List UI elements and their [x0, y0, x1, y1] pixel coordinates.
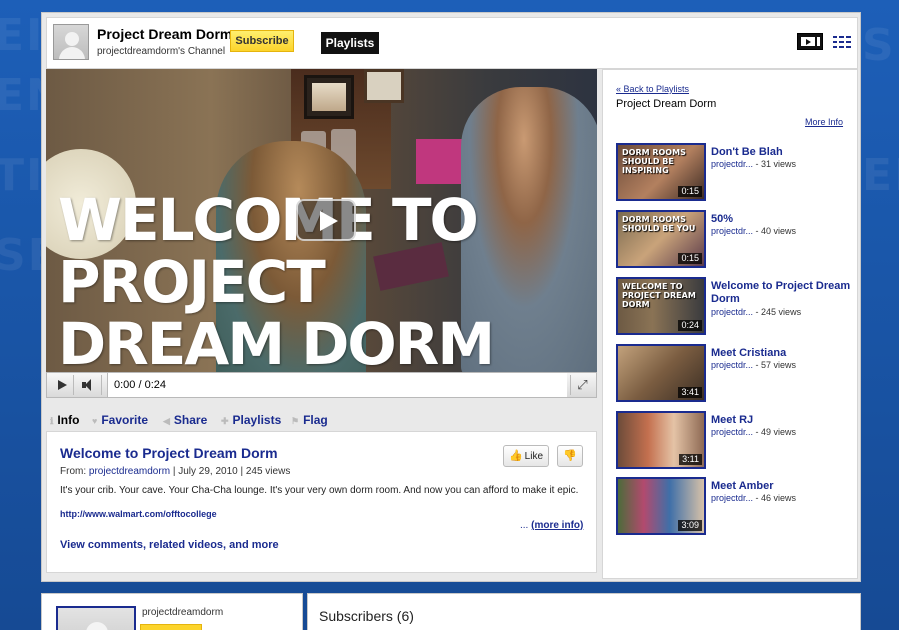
channel-subtitle: projectdreamdorm's Channel	[97, 46, 226, 57]
duration-badge: 0:24	[678, 320, 702, 331]
tab-playlists[interactable]: Playlists	[321, 32, 379, 54]
playlist-item-views: - 245 views	[755, 307, 802, 317]
playlist-item-title[interactable]: Meet Amber	[711, 480, 851, 493]
profile-avatar[interactable]	[56, 606, 136, 630]
background-pattern: SI	[862, 20, 899, 71]
grid-view-icon[interactable]	[833, 36, 851, 48]
subscribe-button[interactable]: Subscribe	[230, 30, 294, 52]
playlist-item-thumbnail[interactable]: 3:11	[616, 411, 706, 469]
playlist-item[interactable]: 3:09 Meet Amber projectdr... - 46 views	[616, 477, 851, 537]
thumbnail-text: WELCOME TO PROJECT DREAM DORM	[622, 282, 696, 309]
tab-flag[interactable]: ⚑ Flag	[291, 413, 328, 427]
profile-username[interactable]: projectdreamdorm	[142, 607, 223, 618]
more-info-link[interactable]: ... (more info)	[520, 520, 583, 531]
playlist-item[interactable]: DORM ROOMS SHOULD BE YOU 0:15 50% projectdr…	[616, 210, 851, 270]
dislike-button[interactable]: 👎	[557, 445, 583, 467]
background-pattern: EN	[862, 150, 899, 201]
playlist-item-author-link[interactable]: projectdr...	[711, 360, 753, 370]
playlist-item-thumbnail[interactable]: WELCOME TO PROJECT DREAM DORM 0:24	[616, 277, 706, 335]
channel-title: Project Dream Dorm	[97, 26, 233, 42]
playlist-item-views: - 31 views	[755, 159, 797, 169]
playlist-item-views: - 49 views	[755, 427, 797, 437]
channel-avatar[interactable]	[53, 24, 89, 60]
playlist-item-views: - 57 views	[755, 360, 797, 370]
playlist-item-stats: projectdr... - 40 views	[711, 226, 796, 236]
playlist-item-title[interactable]: 50%	[711, 213, 851, 226]
duration-badge: 3:11	[679, 454, 702, 465]
channel-header: Project Dream Dorm projectdreamdorm's Ch…	[46, 17, 858, 69]
like-button[interactable]: 👍 Like	[503, 445, 549, 467]
fullscreen-icon[interactable]: ⤢	[570, 375, 594, 395]
video-section: WELCOME TO PROJECT DREAM DORM 0:00 / 0:2…	[46, 69, 597, 579]
profile-subscribe-button[interactable]	[140, 624, 202, 630]
channel-container: Project Dream Dorm projectdreamdorm's Ch…	[41, 12, 861, 582]
duration-badge: 0:15	[678, 186, 702, 197]
duration-badge: 3:09	[678, 520, 702, 531]
playlist-item[interactable]: DORM ROOMS SHOULD BE INSPIRING 0:15 Don't …	[616, 143, 851, 203]
heart-icon: ♥	[92, 416, 98, 426]
description-url-link[interactable]: http://www.walmart.com/offtocollege	[60, 509, 217, 519]
flag-icon: ⚑	[291, 416, 300, 426]
share-icon: ◀	[163, 416, 170, 426]
playlist-item-thumbnail[interactable]: 3:09	[616, 477, 706, 535]
playlist-item-stats: projectdr... - 57 views	[711, 360, 796, 370]
playlist-item-title[interactable]: Welcome to Project Dream Dorm	[711, 280, 851, 306]
video-title[interactable]: Welcome to Project Dream Dorm	[60, 445, 278, 461]
playlist-item-thumbnail[interactable]: DORM ROOMS SHOULD BE INSPIRING 0:15	[616, 143, 706, 201]
playlist-item-author-link[interactable]: projectdr...	[711, 226, 753, 236]
view-comments-link[interactable]: View comments, related videos, and more	[60, 539, 279, 551]
playlist-item-stats: projectdr... - 49 views	[711, 427, 796, 437]
duration-badge: 3:41	[678, 387, 702, 398]
tab-playlists-video[interactable]: ✚ Playlists	[221, 413, 281, 427]
playlist-item-author-link[interactable]: projectdr...	[711, 493, 753, 503]
player-view-icon[interactable]	[797, 33, 823, 50]
video-meta: From: projectdreamdorm | July 29, 2010 |…	[60, 466, 291, 477]
thumbs-down-icon: 👎	[563, 450, 577, 462]
playlist-item-author-link[interactable]: projectdr...	[711, 159, 753, 169]
play-overlay-icon[interactable]	[296, 199, 356, 241]
playlist-item[interactable]: 3:41 Meet Cristiana projectdr... - 57 view…	[616, 344, 851, 404]
thumbnail-text: DORM ROOMS SHOULD BE INSPIRING	[622, 148, 686, 175]
playlist-title: Project Dream Dorm	[616, 98, 717, 110]
time-display[interactable]: 0:00 / 0:24	[107, 373, 567, 397]
playlist-item-views: - 40 views	[755, 226, 797, 236]
playlist-item[interactable]: WELCOME TO PROJECT DREAM DORM 0:24 Welcome…	[616, 277, 851, 337]
tab-info[interactable]: ℹ Info	[50, 413, 79, 427]
playlist-panel: « Back to Playlists Project Dream Dorm M…	[602, 69, 858, 579]
video-description: It's your crib. Your cave. Your Cha-Cha …	[60, 485, 579, 496]
player-controls: 0:00 / 0:24 ⤢	[46, 372, 597, 398]
playlist-item-thumbnail[interactable]: DORM ROOMS SHOULD BE YOU 0:15	[616, 210, 706, 268]
background-pattern: EI	[0, 10, 45, 61]
video-tabs: ℹ Info ♥ Favorite ◀ Share ✚ Playlists ⚑ Flag	[46, 403, 597, 431]
playlist-item-title[interactable]: Meet RJ	[711, 414, 851, 427]
profile-box: projectdreamdorm	[41, 593, 303, 630]
playlist-item-stats: projectdr... - 245 views	[711, 307, 801, 317]
subscribers-title: Subscribers (6)	[319, 608, 414, 624]
play-icon[interactable]	[50, 375, 74, 395]
author-link[interactable]: projectdreamdorm	[89, 466, 170, 477]
video-info-box: Welcome to Project Dream Dorm From: proj…	[46, 431, 597, 573]
info-icon: ℹ	[50, 416, 54, 426]
thumbs-up-icon: 👍	[508, 450, 523, 462]
playlist-item-author-link[interactable]: projectdr...	[711, 307, 753, 317]
back-to-playlists-link[interactable]: « Back to Playlists	[616, 84, 689, 94]
playlist-more-info-link[interactable]: More Info	[805, 117, 843, 127]
volume-icon[interactable]	[76, 375, 102, 395]
playlist-item-title[interactable]: Don't Be Blah	[711, 146, 851, 159]
plus-icon: ✚	[221, 416, 229, 426]
subscribers-box: Subscribers (6)	[307, 593, 861, 630]
thumbnail-text: DORM ROOMS SHOULD BE YOU	[622, 215, 696, 233]
playlist-item-title[interactable]: Meet Cristiana	[711, 347, 851, 360]
duration-badge: 0:15	[678, 253, 702, 264]
playlist-item[interactable]: 3:11 Meet RJ projectdr... - 49 views	[616, 411, 851, 471]
playlist-item-stats: projectdr... - 46 views	[711, 493, 796, 503]
playlist-item-stats: projectdr... - 31 views	[711, 159, 796, 169]
tab-favorite[interactable]: ♥ Favorite	[92, 413, 148, 427]
playlist-item-thumbnail[interactable]: 3:41	[616, 344, 706, 402]
playlist-item-views: - 46 views	[755, 493, 797, 503]
video-player[interactable]: WELCOME TO PROJECT DREAM DORM	[46, 69, 597, 372]
playlist-item-author-link[interactable]: projectdr...	[711, 427, 753, 437]
tab-share[interactable]: ◀ Share	[163, 413, 207, 427]
